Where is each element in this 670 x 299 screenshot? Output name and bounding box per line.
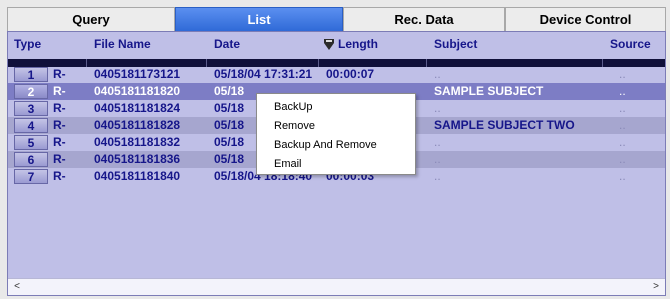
source-cell: .. bbox=[619, 135, 626, 149]
file-name-cell: 0405181181836 bbox=[94, 152, 181, 166]
tab-rec-data[interactable]: Rec. Data bbox=[343, 7, 505, 31]
row-number: 1 bbox=[14, 67, 48, 82]
date-cell: 05/18 bbox=[214, 84, 245, 98]
type-cell: R- bbox=[53, 67, 66, 81]
context-menu: BackUp Remove Backup And Remove Email bbox=[256, 93, 416, 175]
source-cell: .. bbox=[619, 169, 626, 183]
row-number: 4 bbox=[14, 118, 48, 133]
file-name-cell: 0405181181828 bbox=[94, 118, 181, 132]
menu-item-remove[interactable]: Remove bbox=[257, 117, 415, 136]
column-header-source[interactable]: Source bbox=[606, 32, 651, 56]
file-name-cell: 0405181173121 bbox=[94, 67, 181, 81]
type-cell: R- bbox=[53, 84, 66, 98]
source-cell: .. bbox=[619, 67, 626, 81]
table-row[interactable]: 1 R- 0405181173121 05/18/04 17:31:21 00:… bbox=[8, 66, 665, 83]
date-cell: 05/18 bbox=[214, 118, 245, 132]
subject-cell: .. bbox=[434, 135, 441, 149]
menu-item-backup-and-remove[interactable]: Backup And Remove bbox=[257, 136, 415, 155]
type-cell: R- bbox=[53, 101, 66, 115]
horizontal-scrollbar[interactable]: < > bbox=[8, 278, 665, 295]
row-number: 7 bbox=[14, 169, 48, 184]
row-number: 3 bbox=[14, 101, 48, 116]
file-name-cell: 0405181181832 bbox=[94, 135, 181, 149]
menu-item-email[interactable]: Email bbox=[257, 155, 415, 174]
subject-cell: SAMPLE SUBJECT TWO bbox=[434, 118, 575, 132]
scroll-left-arrow-icon[interactable]: < bbox=[10, 280, 24, 294]
menu-item-backup[interactable]: BackUp bbox=[257, 98, 415, 117]
subject-cell: SAMPLE SUBJECT bbox=[434, 84, 544, 98]
type-cell: R- bbox=[53, 169, 66, 183]
column-header-date[interactable]: Date bbox=[210, 32, 240, 56]
subject-cell: .. bbox=[434, 152, 441, 166]
length-cell: 00:00:07 bbox=[326, 67, 375, 81]
date-cell: 05/18 bbox=[214, 101, 245, 115]
subject-cell: .. bbox=[434, 169, 441, 183]
file-name-cell: 0405181181820 bbox=[94, 84, 181, 98]
tab-device-control[interactable]: Device Control bbox=[505, 7, 666, 31]
date-cell: 05/18 bbox=[214, 135, 245, 149]
source-cell: .. bbox=[619, 152, 626, 166]
column-header-length[interactable]: Length bbox=[334, 32, 378, 56]
file-name-cell: 0405181181840 bbox=[94, 169, 181, 183]
tab-query[interactable]: Query bbox=[7, 7, 175, 31]
type-cell: R- bbox=[53, 135, 66, 149]
type-cell: R- bbox=[53, 152, 66, 166]
row-number: 6 bbox=[14, 152, 48, 167]
source-cell: .. bbox=[619, 101, 626, 115]
sort-indicator-icon bbox=[324, 39, 334, 50]
row-number: 5 bbox=[14, 135, 48, 150]
grid-header: Type File Name Date Length Subject Sourc… bbox=[8, 32, 665, 56]
row-number: 2 bbox=[14, 84, 48, 99]
scroll-right-arrow-icon[interactable]: > bbox=[649, 280, 663, 294]
tab-strip: Query List Rec. Data Device Control bbox=[7, 7, 666, 31]
column-header-file-name[interactable]: File Name bbox=[90, 32, 151, 56]
type-cell: R- bbox=[53, 118, 66, 132]
date-cell: 05/18 bbox=[214, 152, 245, 166]
column-header-subject[interactable]: Subject bbox=[430, 32, 477, 56]
column-header-type[interactable]: Type bbox=[10, 32, 41, 56]
source-cell: .. bbox=[619, 84, 626, 98]
date-cell: 05/18/04 17:31:21 bbox=[214, 67, 313, 81]
source-cell: .. bbox=[619, 118, 626, 132]
file-name-cell: 0405181181824 bbox=[94, 101, 181, 115]
tab-list[interactable]: List bbox=[175, 7, 343, 31]
subject-cell: .. bbox=[434, 101, 441, 115]
subject-cell: .. bbox=[434, 67, 441, 81]
